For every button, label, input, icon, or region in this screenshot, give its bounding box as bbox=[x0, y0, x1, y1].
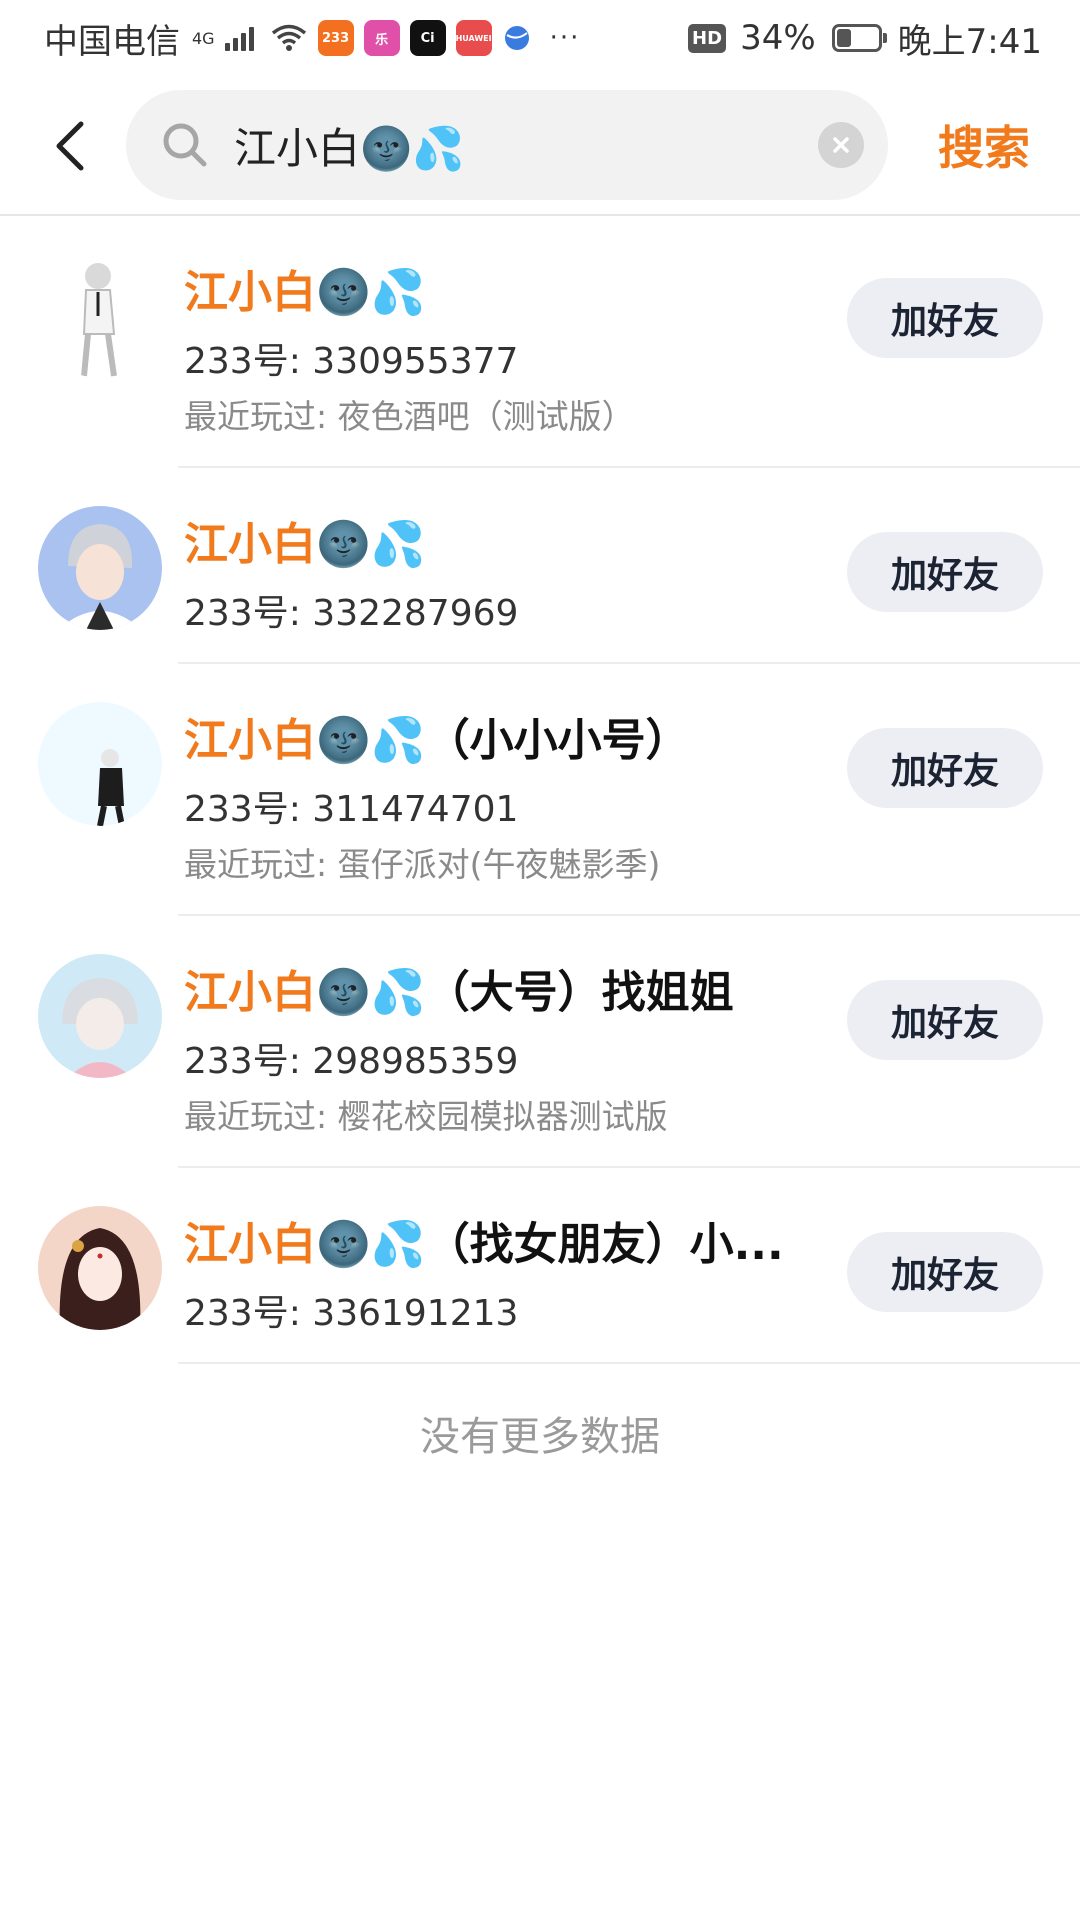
no-more-data-label: 没有更多数据 bbox=[420, 1414, 660, 1460]
recent-played: 最近玩过: 夜色酒吧（测试版） bbox=[184, 397, 635, 436]
app-huawei-icon: HUAWEI bbox=[456, 20, 492, 56]
name-suffix: （找女朋友）小... bbox=[425, 1219, 784, 1270]
avatar bbox=[38, 702, 162, 826]
more-notifications-icon: ··· bbox=[549, 23, 581, 53]
name-highlight: 江小白🌚💦 bbox=[184, 967, 426, 1018]
name-suffix: （小小小号） bbox=[425, 715, 690, 766]
result-name: 江小白🌚💦（大号）找姐姐 bbox=[184, 956, 734, 1020]
globe-icon bbox=[504, 26, 529, 50]
hd-badge: HD bbox=[688, 23, 727, 53]
avatar bbox=[38, 254, 162, 378]
user-id: 233号: 336191213 bbox=[184, 1293, 519, 1334]
user-id: 233号: 332287969 bbox=[184, 593, 519, 634]
result-name: 江小白🌚💦（找女朋友）小... bbox=[184, 1208, 784, 1272]
avatar bbox=[38, 954, 162, 1078]
result-row[interactable]: 江小白🌚💦 233号: 330955377 最近玩过: 夜色酒吧（测试版） 加好… bbox=[0, 218, 1080, 468]
status-left: 中国电信 4G 233 乐 Ci HUAWEI ··· bbox=[44, 14, 580, 63]
result-row[interactable]: 江小白🌚💦（大号）找姐姐 233号: 298985359 最近玩过: 樱花校园模… bbox=[0, 916, 1080, 1168]
result-row[interactable]: 江小白🌚💦 233号: 332287969 加好友 bbox=[0, 468, 1080, 664]
result-name: 江小白🌚💦 bbox=[184, 256, 426, 320]
wifi-icon bbox=[271, 24, 306, 51]
clock: 晚上7:41 bbox=[897, 21, 1042, 62]
add-friend-button[interactable]: 加好友 bbox=[847, 278, 1043, 358]
app-ci-icon: Ci bbox=[409, 20, 446, 56]
result-row[interactable]: 江小白🌚💦（小小小号） 233号: 311474701 最近玩过: 蛋仔派对(午… bbox=[0, 664, 1080, 916]
add-friend-button[interactable]: 加好友 bbox=[847, 532, 1043, 612]
add-friend-button[interactable]: 加好友 bbox=[847, 728, 1043, 808]
search-query-text: 江小白🌚💦 bbox=[234, 123, 465, 173]
name-suffix: （大号）找姐姐 bbox=[425, 967, 734, 1018]
avatar bbox=[38, 506, 162, 630]
battery-icon bbox=[831, 24, 887, 52]
network-type-label: 4G bbox=[192, 28, 215, 48]
user-id: 233号: 311474701 bbox=[184, 789, 519, 830]
recent-played: 最近玩过: 蛋仔派对(午夜魅影季) bbox=[184, 845, 661, 884]
name-highlight: 江小白🌚💦 bbox=[184, 1219, 426, 1270]
search-input[interactable]: 江小白🌚💦 bbox=[126, 90, 888, 200]
status-bar: 中国电信 4G 233 乐 Ci HUAWEI ··· HD 34% 晚上7:4… bbox=[0, 0, 1080, 76]
clear-search-button[interactable] bbox=[818, 122, 864, 168]
user-id: 233号: 298985359 bbox=[184, 1041, 519, 1082]
result-row[interactable]: 江小白🌚💦（找女朋友）小... 233号: 336191213 加好友 bbox=[0, 1168, 1080, 1364]
battery-percent: 34% bbox=[740, 18, 816, 58]
add-friend-button[interactable]: 加好友 bbox=[847, 1232, 1043, 1312]
name-highlight: 江小白🌚💦 bbox=[184, 715, 426, 766]
back-button[interactable] bbox=[42, 114, 98, 178]
search-button[interactable]: 搜索 bbox=[938, 112, 1030, 178]
avatar bbox=[38, 1206, 162, 1330]
row-divider bbox=[178, 1362, 1080, 1364]
app-233-icon: 233 bbox=[317, 20, 354, 56]
search-icon bbox=[163, 123, 207, 167]
recent-played: 最近玩过: 樱花校园模拟器测试版 bbox=[184, 1097, 668, 1136]
app-leyuan-icon: 乐 bbox=[363, 20, 400, 56]
signal-icon bbox=[224, 25, 254, 51]
search-header: 江小白🌚💦 搜索 bbox=[0, 76, 1080, 216]
add-friend-button[interactable]: 加好友 bbox=[847, 980, 1043, 1060]
user-id: 233号: 330955377 bbox=[184, 341, 519, 382]
result-name: 江小白🌚💦（小小小号） bbox=[184, 704, 690, 768]
name-highlight: 江小白🌚💦 bbox=[184, 519, 426, 570]
close-icon bbox=[833, 137, 849, 153]
status-right: HD 34% 晚上7:41 bbox=[688, 14, 1042, 63]
result-name: 江小白🌚💦 bbox=[184, 508, 426, 572]
name-highlight: 江小白🌚💦 bbox=[184, 267, 426, 318]
back-arrow-icon bbox=[56, 121, 84, 171]
carrier-label: 中国电信 bbox=[44, 21, 180, 62]
